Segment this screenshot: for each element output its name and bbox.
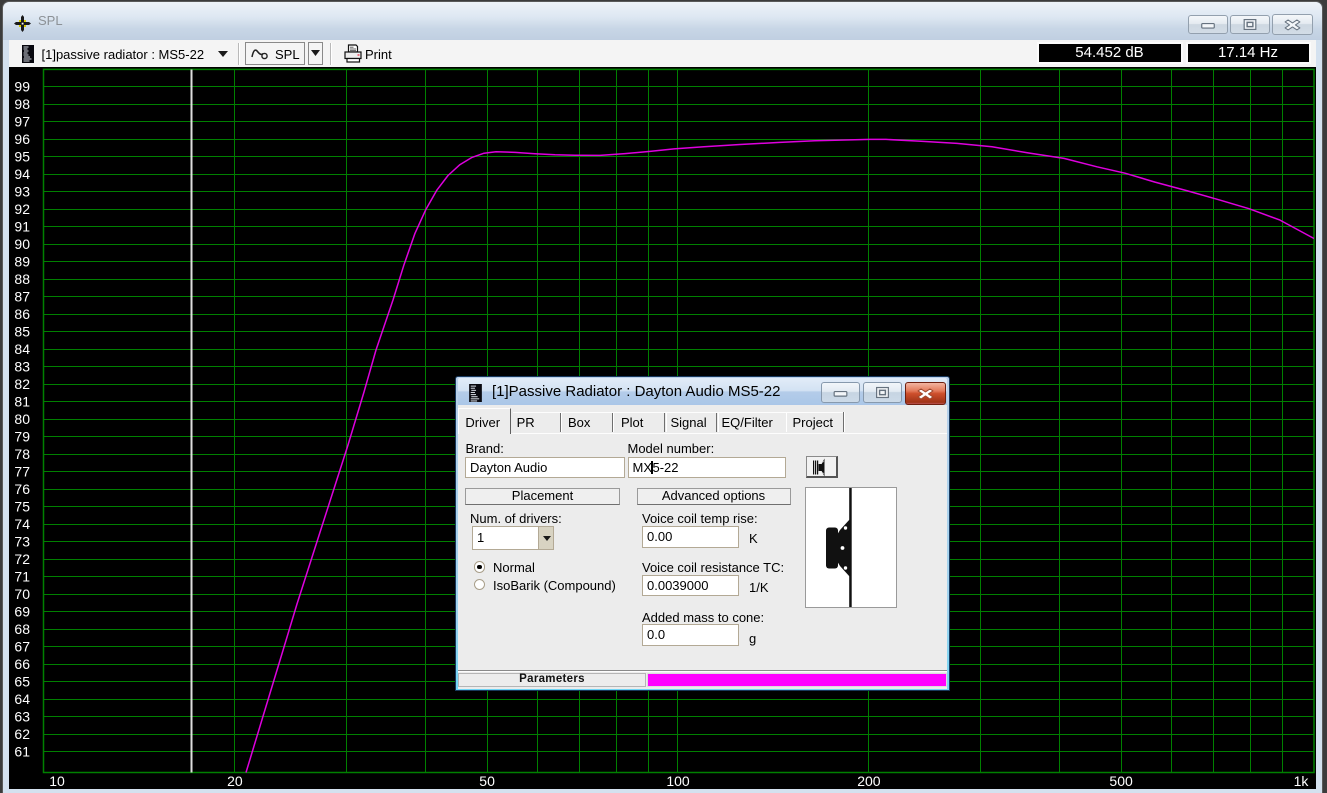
svg-text:73: 73 <box>14 533 30 549</box>
svg-text:85: 85 <box>14 323 30 339</box>
svg-text:10: 10 <box>49 773 65 789</box>
svg-text:98: 98 <box>14 96 30 112</box>
svg-text:75: 75 <box>14 498 30 514</box>
svg-text:66: 66 <box>14 656 30 672</box>
svg-text:82: 82 <box>14 376 30 392</box>
svg-text:71: 71 <box>14 568 30 584</box>
svg-text:200: 200 <box>857 773 881 789</box>
svg-text:70: 70 <box>14 586 30 602</box>
svg-text:68: 68 <box>14 621 30 637</box>
svg-text:1k: 1k <box>1294 773 1310 789</box>
svg-text:64: 64 <box>14 691 30 707</box>
svg-text:81: 81 <box>14 393 30 409</box>
svg-text:95: 95 <box>14 148 30 164</box>
svg-text:90: 90 <box>14 236 30 252</box>
svg-text:86: 86 <box>14 306 30 322</box>
svg-text:91: 91 <box>14 218 30 234</box>
svg-text:72: 72 <box>14 551 30 567</box>
svg-text:62: 62 <box>14 726 30 742</box>
svg-text:20: 20 <box>227 773 243 789</box>
svg-text:76: 76 <box>14 481 30 497</box>
svg-text:97: 97 <box>14 113 30 129</box>
svg-text:78: 78 <box>14 446 30 462</box>
svg-text:89: 89 <box>14 253 30 269</box>
svg-text:63: 63 <box>14 708 30 724</box>
svg-text:99: 99 <box>14 78 30 94</box>
svg-text:93: 93 <box>14 183 30 199</box>
svg-text:88: 88 <box>14 271 30 287</box>
svg-text:69: 69 <box>14 603 30 619</box>
svg-text:500: 500 <box>1109 773 1133 789</box>
svg-text:94: 94 <box>14 166 30 182</box>
svg-text:83: 83 <box>14 358 30 374</box>
svg-text:67: 67 <box>14 638 30 654</box>
svg-text:87: 87 <box>14 288 30 304</box>
svg-text:50: 50 <box>479 773 495 789</box>
svg-text:92: 92 <box>14 201 30 217</box>
svg-text:79: 79 <box>14 428 30 444</box>
svg-text:65: 65 <box>14 673 30 689</box>
svg-text:61: 61 <box>14 743 30 759</box>
svg-text:84: 84 <box>14 341 30 357</box>
svg-text:80: 80 <box>14 411 30 427</box>
svg-text:74: 74 <box>14 516 30 532</box>
svg-text:100: 100 <box>666 773 690 789</box>
svg-text:77: 77 <box>14 463 30 479</box>
svg-text:96: 96 <box>14 131 30 147</box>
